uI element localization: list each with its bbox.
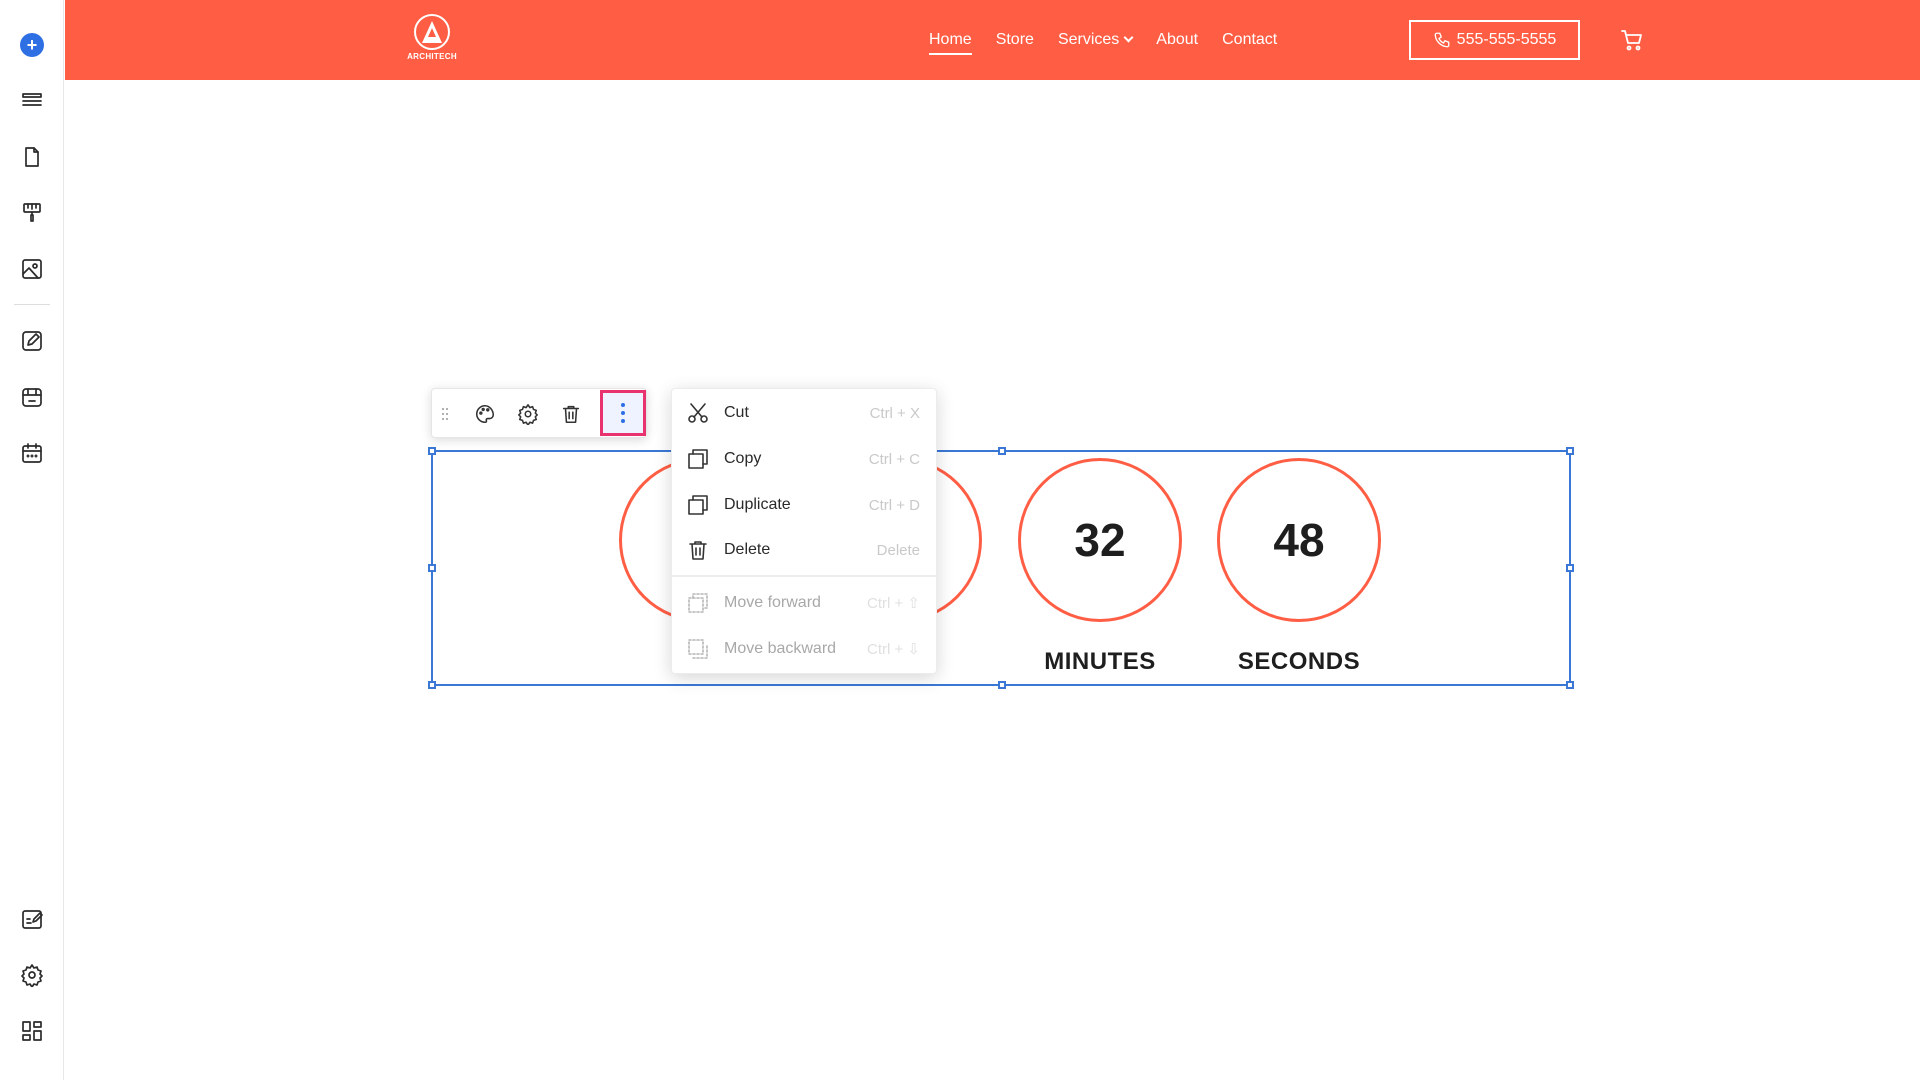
site-header: ARCHITECH Home Store Services About Cont…	[65, 0, 1920, 80]
menu-shortcut-move-forward: Ctrl + ⇧	[867, 595, 920, 612]
layout-icon	[22, 1021, 42, 1041]
menu-item-cut[interactable]: Cut Ctrl + X	[672, 393, 938, 433]
media-button[interactable]	[16, 253, 48, 285]
resize-handle-top-right[interactable]	[1566, 447, 1574, 455]
menu-label-copy: Copy	[724, 450, 762, 467]
nav-contact[interactable]: Contact	[1222, 31, 1277, 49]
phone-number: 555-555-5555	[1456, 31, 1557, 48]
more-options-button[interactable]	[600, 390, 646, 436]
resize-handle-bottom-right[interactable]	[1566, 681, 1574, 689]
settings-button[interactable]	[16, 959, 48, 991]
move-forward-icon	[688, 593, 708, 613]
element-toolbar	[431, 388, 647, 438]
sections-icon	[22, 93, 42, 106]
drag-handle[interactable]	[438, 401, 452, 427]
phone-icon	[1434, 32, 1450, 48]
menu-item-move-backward[interactable]: Move backward Ctrl + ⇩	[672, 629, 938, 669]
site-logo[interactable]: ARCHITECH	[402, 13, 462, 67]
cart-icon	[1621, 30, 1642, 51]
menu-shortcut-duplicate: Ctrl + D	[868, 496, 920, 514]
menu-label-cut: Cut	[724, 404, 749, 421]
settings-toolbar-button[interactable]	[515, 401, 541, 427]
resize-handle-bottom[interactable]	[998, 681, 1006, 689]
menu-item-copy[interactable]: Copy Ctrl + C	[672, 439, 938, 479]
menu-shortcut-delete: Delete	[876, 541, 920, 559]
menu-item-delete[interactable]: Delete Delete	[672, 530, 938, 570]
copy-icon	[688, 449, 708, 469]
drag-handle-icon	[442, 408, 448, 420]
editor-sidebar: +	[0, 0, 64, 1080]
context-menu: Cut Ctrl + X Copy Ctrl + C Duplicate Ctr…	[671, 388, 938, 674]
edit-icon	[22, 331, 42, 351]
delete-toolbar-button[interactable]	[558, 401, 584, 427]
calendar-icon	[22, 443, 42, 463]
trash-icon	[689, 541, 707, 560]
store-icon	[22, 388, 42, 407]
menu-item-move-forward[interactable]: Move forward Ctrl + ⇧	[672, 583, 938, 623]
menu-label-move-forward: Move forward	[724, 594, 821, 611]
paint-roller-icon	[23, 203, 41, 222]
main-nav: Home Store Services About Contact	[929, 0, 1301, 80]
more-vertical-icon	[621, 403, 625, 423]
page-icon	[25, 147, 39, 167]
store-button[interactable]	[16, 381, 48, 413]
resize-handle-bottom-left[interactable]	[428, 681, 436, 689]
chevron-down-icon	[1123, 32, 1134, 43]
nav-services[interactable]: Services	[1057, 31, 1134, 49]
logo-icon	[414, 14, 450, 50]
resize-handle-right[interactable]	[1566, 564, 1574, 572]
nav-about[interactable]: About	[1156, 31, 1198, 49]
menu-label-move-backward: Move backward	[724, 640, 837, 657]
site-design-button[interactable]	[16, 903, 48, 935]
cart-button[interactable]	[1620, 28, 1644, 52]
selected-element-frame[interactable]	[428, 447, 1574, 689]
resize-handle-top[interactable]	[998, 447, 1006, 455]
gear-icon	[518, 404, 538, 425]
trash-icon	[562, 405, 580, 424]
design-button[interactable]	[16, 196, 48, 228]
palette-icon	[476, 404, 495, 424]
resize-handle-left[interactable]	[428, 564, 436, 572]
blog-button[interactable]	[16, 325, 48, 357]
nav-home[interactable]: Home	[929, 31, 972, 55]
resize-handle-top-left[interactable]	[428, 447, 436, 455]
image-icon	[22, 259, 42, 279]
menu-label-delete: Delete	[724, 541, 771, 558]
menu-shortcut-cut: Ctrl + X	[869, 404, 920, 422]
move-backward-icon	[688, 639, 708, 659]
menu-shortcut-copy: Ctrl + C	[868, 450, 920, 468]
dashboard-button[interactable]	[16, 1015, 48, 1047]
menu-label-duplicate: Duplicate	[724, 496, 791, 513]
menu-item-duplicate[interactable]: Duplicate Ctrl + D	[672, 485, 938, 525]
nav-services-label: Services	[1057, 31, 1120, 48]
menu-separator	[672, 575, 938, 577]
design-icon	[22, 910, 43, 929]
sections-button[interactable]	[16, 85, 48, 117]
sidebar-divider	[14, 304, 50, 305]
logo-text: ARCHITECH	[407, 52, 457, 61]
style-button[interactable]	[472, 401, 498, 427]
menu-shortcut-move-backward: Ctrl + ⇩	[867, 641, 920, 658]
add-element-button[interactable]: +	[20, 33, 44, 57]
nav-store[interactable]: Store	[996, 31, 1034, 49]
pages-button[interactable]	[16, 141, 48, 173]
phone-button[interactable]: 555-555-5555	[1409, 20, 1580, 60]
scissors-icon	[688, 403, 708, 423]
gear-icon	[21, 964, 43, 987]
bookings-button[interactable]	[16, 437, 48, 469]
duplicate-icon	[688, 495, 708, 515]
